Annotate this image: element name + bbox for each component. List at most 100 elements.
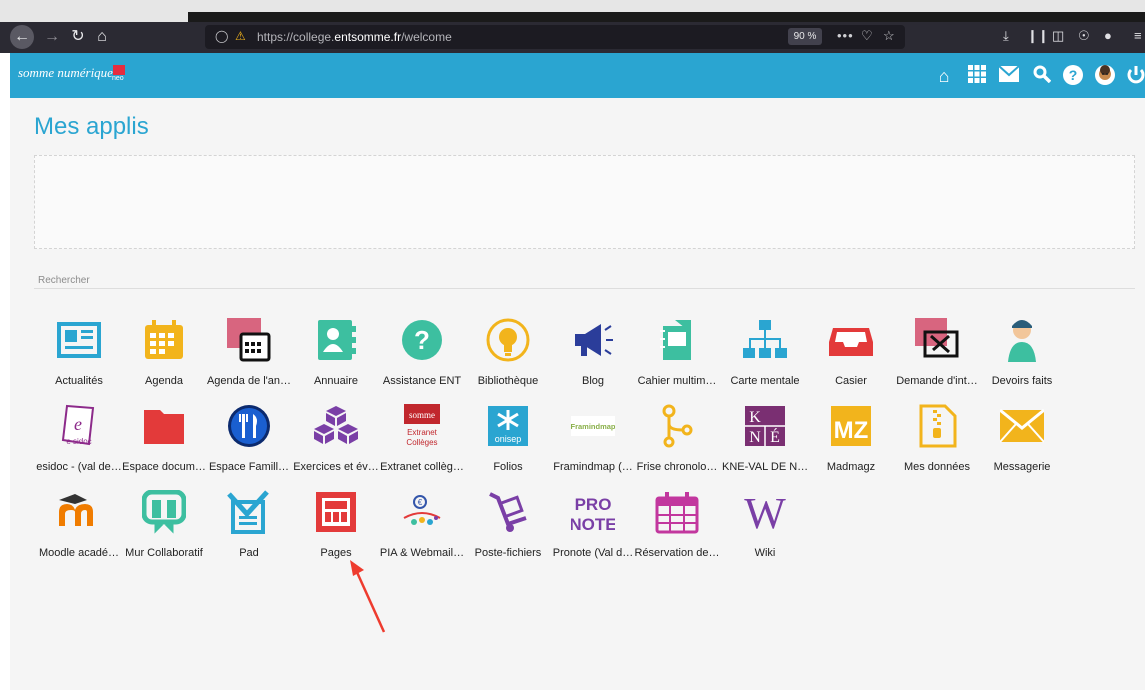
app-label[interactable]: Madmagz <box>808 461 894 473</box>
search-icon[interactable] <box>1031 65 1053 87</box>
app-label[interactable]: Carte mentale <box>722 375 808 387</box>
page-actions-icon[interactable]: ••• <box>837 28 854 43</box>
app-tile[interactable]: Exercices et év… <box>293 396 379 482</box>
app-tile[interactable]: e e sidoc esidoc - (val de… <box>36 396 122 482</box>
app-tile[interactable]: Carte mentale <box>722 310 808 396</box>
app-label[interactable]: Exercices et év… <box>293 461 379 473</box>
app-tile[interactable]: Devoirs faits <box>979 310 1065 396</box>
forward-arrow-icon[interactable]: → <box>40 25 64 49</box>
url-bar[interactable]: ◯ ⚠ https://college.entsomme.fr/welcome … <box>205 25 905 49</box>
app-tile[interactable]: Poste-fichiers <box>465 482 551 568</box>
app-label[interactable]: Blog <box>550 375 636 387</box>
zip-file-icon[interactable] <box>915 396 959 456</box>
lightbulb-icon[interactable] <box>486 310 530 370</box>
app-label[interactable]: Wiki <box>722 547 808 559</box>
app-label[interactable]: Devoirs faits <box>979 375 1065 387</box>
app-tile[interactable]: onisep Folios <box>465 396 551 482</box>
app-tile[interactable]: Réservation de… <box>634 482 720 568</box>
power-icon[interactable] <box>1125 65 1145 87</box>
extranet-icon[interactable]: somme Extranet Collèges <box>400 396 444 456</box>
app-tile[interactable]: Espace docum… <box>121 396 207 482</box>
app-label[interactable]: Annuaire <box>293 375 379 387</box>
app-label[interactable]: Moodle acadé… <box>36 547 122 559</box>
notebook-icon[interactable] <box>655 310 699 370</box>
pad-icon[interactable] <box>227 482 271 542</box>
app-label[interactable]: Framindmap (… <box>550 461 636 473</box>
app-label[interactable]: Frise chronolo… <box>634 461 720 473</box>
cutlery-icon[interactable] <box>227 396 271 456</box>
download-icon[interactable]: ⤓ <box>1003 28 1009 44</box>
url-text[interactable]: https://college.entsomme.fr/welcome <box>257 30 452 44</box>
back-arrow-icon[interactable]: ← <box>10 25 34 49</box>
app-tile[interactable]: W Wiki <box>722 482 808 568</box>
app-tile[interactable]: Mes données <box>894 396 980 482</box>
app-tile[interactable]: Pages <box>293 482 379 568</box>
app-tile[interactable]: Agenda de l'an… <box>206 310 292 396</box>
app-tile[interactable]: Cahier multim… <box>634 310 720 396</box>
app-label[interactable]: Pad <box>206 547 292 559</box>
app-tile[interactable]: Mur Collaboratif <box>121 482 207 568</box>
app-tile[interactable]: € PIA & Webmail… <box>379 482 465 568</box>
calendar-icon[interactable] <box>142 310 186 370</box>
extension-icon[interactable]: ● <box>1104 28 1112 43</box>
app-label[interactable]: Mur Collaboratif <box>121 547 207 559</box>
app-tile[interactable]: Framindmap Framindmap (… <box>550 396 636 482</box>
onisep-icon[interactable]: onisep <box>486 396 530 456</box>
app-tile[interactable]: Espace Famill… <box>206 396 292 482</box>
question-icon[interactable]: ? <box>400 310 444 370</box>
inbox-icon[interactable] <box>829 310 873 370</box>
home-icon[interactable]: ⌂ <box>90 25 114 49</box>
app-tile[interactable]: Messagerie <box>979 396 1065 482</box>
framindmap-icon[interactable]: Framindmap <box>571 396 615 456</box>
app-label[interactable]: Actualités <box>36 375 122 387</box>
sidebar-icon[interactable]: ◫ <box>1052 28 1064 44</box>
app-label[interactable]: Messagerie <box>979 461 1065 473</box>
app-label[interactable]: KNE-VAL DE N… <box>722 461 808 473</box>
moodle-icon[interactable] <box>57 482 101 542</box>
bookmark-star-icon[interactable]: ☆ <box>883 28 895 44</box>
help-icon[interactable]: ? <box>1062 65 1084 87</box>
app-tile[interactable]: PRO NOTE Pronote (Val d… <box>550 482 636 568</box>
library-icon[interactable]: ❙❙ <box>1027 28 1049 44</box>
app-label[interactable]: Mes données <box>894 461 980 473</box>
avatar-icon[interactable] <box>1000 310 1044 370</box>
app-tile[interactable]: Blog <box>550 310 636 396</box>
app-tile[interactable]: K N É KNE-VAL DE N… <box>722 396 808 482</box>
pronote-icon[interactable]: PRO NOTE <box>571 482 615 542</box>
app-label[interactable]: Cahier multim… <box>634 375 720 387</box>
brand-logo[interactable]: somme numérique <box>18 65 113 81</box>
home-icon[interactable]: ⌂ <box>933 65 955 87</box>
app-label[interactable]: Assistance ENT <box>379 375 465 387</box>
madmagz-icon[interactable]: MZ <box>829 396 873 456</box>
app-tile[interactable]: Frise chronolo… <box>634 396 720 482</box>
reload-icon[interactable]: ↻ <box>66 25 90 49</box>
app-tile[interactable]: MZ Madmagz <box>808 396 894 482</box>
wiki-icon[interactable]: W <box>743 482 787 542</box>
app-label[interactable]: Bibliothèque <box>465 375 551 387</box>
pages-icon[interactable] <box>314 482 358 542</box>
app-label[interactable]: Espace docum… <box>121 461 207 473</box>
apps-grid-icon[interactable] <box>966 65 988 87</box>
app-tile[interactable]: Actualités <box>36 310 122 396</box>
user-avatar-icon[interactable] <box>1094 65 1116 87</box>
app-label[interactable]: PIA & Webmail… <box>379 547 465 559</box>
megaphone-icon[interactable] <box>571 310 615 370</box>
kne-icon[interactable]: KNÉ <box>743 396 787 456</box>
cubes-icon[interactable] <box>314 396 358 456</box>
app-tile[interactable]: Annuaire <box>293 310 379 396</box>
lock-warning-icon[interactable]: ⚠ <box>235 29 246 43</box>
booking-icon[interactable] <box>655 482 699 542</box>
pocket-icon[interactable]: ♡ <box>861 28 873 44</box>
timeline-icon[interactable] <box>655 396 699 456</box>
app-label[interactable]: Folios <box>465 461 551 473</box>
app-label[interactable]: Poste-fichiers <box>465 547 551 559</box>
app-tile[interactable]: Pad <box>206 482 292 568</box>
sitemap-icon[interactable] <box>743 310 787 370</box>
mail-icon[interactable] <box>998 65 1020 87</box>
app-label[interactable]: Réservation de… <box>634 547 720 559</box>
search-input[interactable]: Rechercher <box>38 275 90 286</box>
app-label[interactable]: Agenda de l'an… <box>206 375 292 387</box>
pia-icon[interactable]: € <box>400 482 444 542</box>
tools-icon[interactable] <box>915 310 959 370</box>
zoom-level[interactable]: 90 % <box>788 28 822 45</box>
